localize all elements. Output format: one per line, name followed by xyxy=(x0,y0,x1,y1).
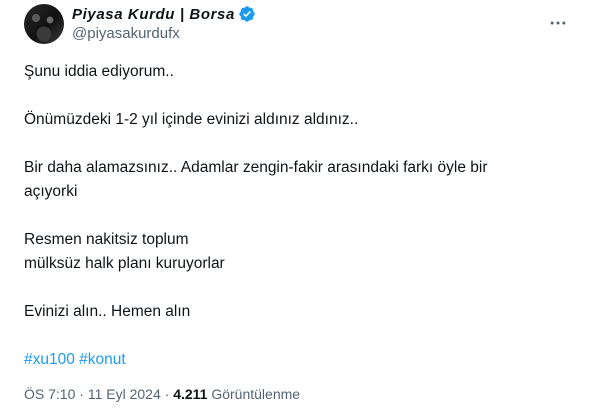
name-row: Piyasa Kurdu | Borsa xyxy=(72,4,256,24)
display-name[interactable]: Piyasa Kurdu | Borsa xyxy=(72,6,235,23)
tweet-line-1: Şunu iddia ediyorum.. xyxy=(24,63,174,80)
tweet-line-2: Önümüzdeki 1-2 yıl içinde evinizi aldını… xyxy=(24,111,359,128)
meta-separator: · xyxy=(164,386,170,402)
views-label: Görüntülenme xyxy=(211,386,301,402)
hashtag-konut[interactable]: #konut xyxy=(79,351,126,368)
tweet-date[interactable]: 11 Eyl 2024 xyxy=(88,386,161,402)
handle[interactable]: @piyasakurdufx xyxy=(72,24,256,44)
verified-badge-icon xyxy=(239,6,255,22)
more-options-icon xyxy=(550,21,566,25)
avatar[interactable] xyxy=(24,4,64,44)
tweet-line-4: açıyorki xyxy=(24,183,78,200)
author-info: Piyasa Kurdu | Borsa @piyasakurdufx xyxy=(72,4,256,44)
tweet: Piyasa Kurdu | Borsa @piyasakurdufx Şunu… xyxy=(0,0,591,417)
tweet-meta: ÖS 7:10 · 11 Eyl 2024 · 4.211 Görüntülen… xyxy=(24,386,300,402)
more-options-button[interactable] xyxy=(545,10,571,36)
views-count: 4.211 xyxy=(173,386,208,402)
tweet-line-3: Bir daha alamazsınız.. Adamlar zengin-fa… xyxy=(24,159,488,176)
tweet-time[interactable]: ÖS 7:10 xyxy=(24,386,75,402)
meta-separator: · xyxy=(79,386,84,402)
hashtag-xu100[interactable]: #xu100 xyxy=(24,351,75,368)
tweet-line-7: Evinizi alın.. Hemen alın xyxy=(24,303,191,320)
tweet-text: Şunu iddia ediyorum.. Önümüzdeki 1-2 yıl… xyxy=(24,60,574,372)
hashtags: #xu100 #konut xyxy=(24,348,574,372)
tweet-line-6: mülksüz halk planı kuruyorlar xyxy=(24,255,225,272)
tweet-header: Piyasa Kurdu | Borsa @piyasakurdufx xyxy=(24,4,579,44)
tweet-line-5: Resmen nakitsiz toplum xyxy=(24,231,189,248)
